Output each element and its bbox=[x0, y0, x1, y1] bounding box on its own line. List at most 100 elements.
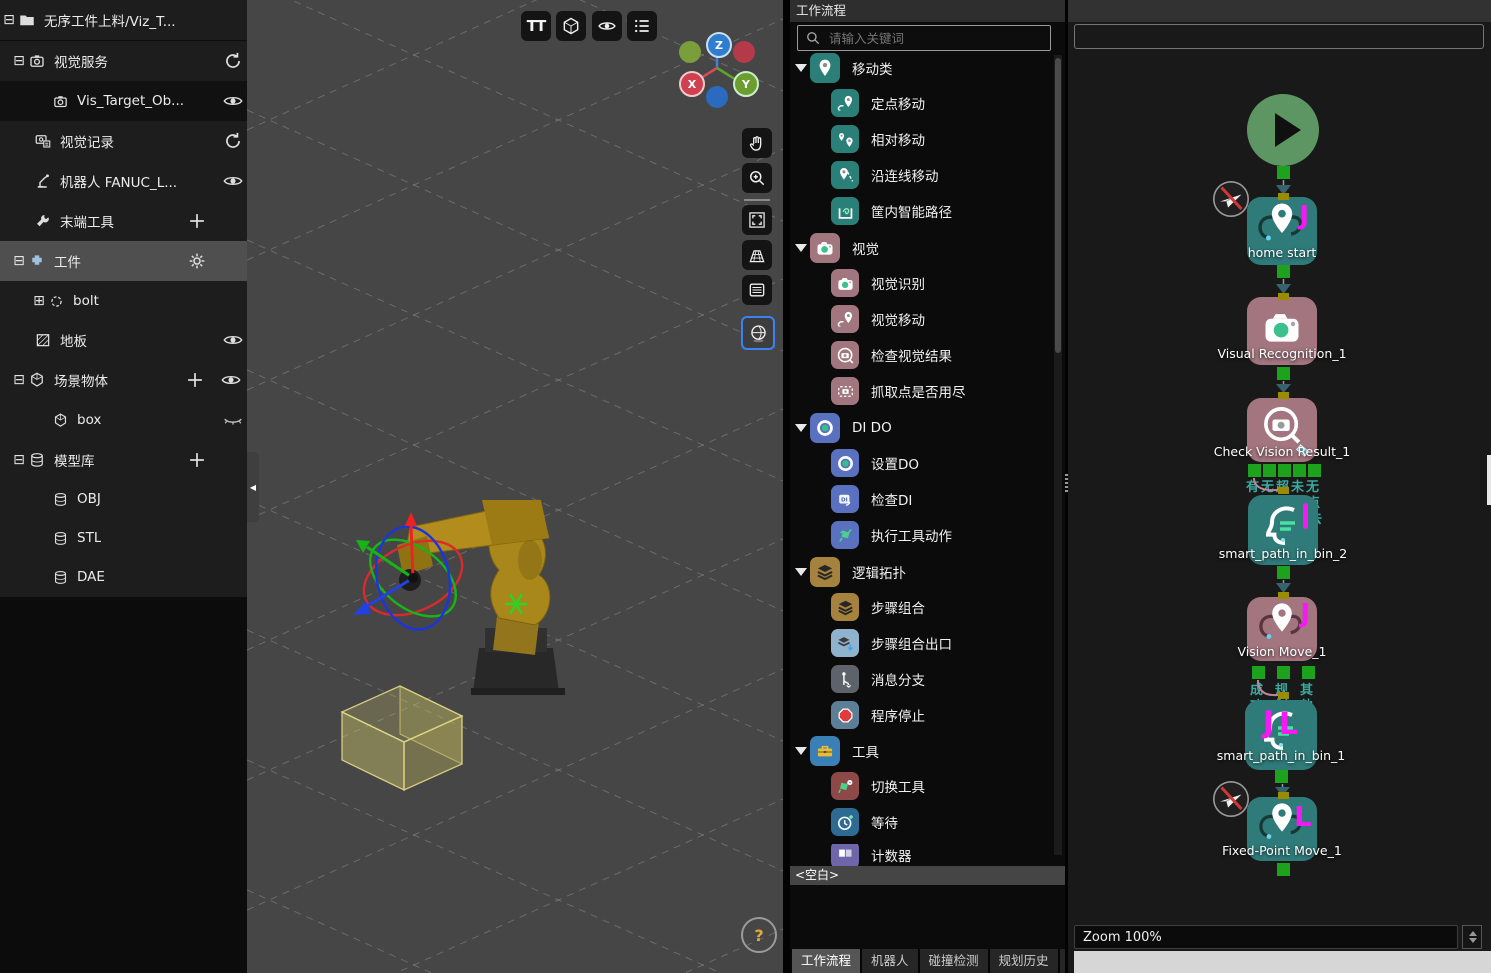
library-item-step-group[interactable]: 步骤组合 bbox=[831, 593, 925, 621]
library-group-logic[interactable]: 逻辑拓扑 bbox=[810, 557, 906, 587]
group-collapse-arrow-icon[interactable] bbox=[795, 568, 807, 576]
tab-collision[interactable]: 碰撞检测 bbox=[920, 949, 988, 973]
library-item-message-branch[interactable]: 消息分支 bbox=[831, 665, 925, 693]
grid-view-button[interactable] bbox=[742, 240, 772, 270]
3d-viewport[interactable]: TT Z X Y bbox=[247, 0, 783, 973]
axis-y-ball[interactable]: Y bbox=[733, 71, 759, 97]
axis-x-ball[interactable]: X bbox=[679, 71, 705, 97]
canvas-scrollbar-thumb[interactable] bbox=[1487, 455, 1491, 505]
library-item-smart-bin-path[interactable]: 筐内智能路径 bbox=[831, 197, 952, 225]
refresh-icon[interactable] bbox=[222, 50, 244, 72]
library-item-wait[interactable]: 等待 bbox=[831, 808, 898, 836]
tree-row-vision-service[interactable]: ⊟ 视觉服务 bbox=[0, 41, 247, 81]
tree-row-floor[interactable]: 地板 bbox=[0, 320, 247, 360]
visibility-button[interactable] bbox=[592, 11, 622, 41]
tree-row-workpiece[interactable]: ⊟ 工件 bbox=[0, 241, 247, 281]
group-collapse-arrow-icon[interactable] bbox=[795, 424, 807, 432]
sidebar-collapse-handle[interactable]: ◀ bbox=[247, 452, 259, 522]
library-group-move[interactable]: 移动类 bbox=[810, 53, 893, 83]
tree-row-vision-record[interactable]: 视觉记录 bbox=[0, 121, 247, 161]
library-item-vision-recognition[interactable]: 视觉识别 bbox=[831, 269, 925, 297]
axis-z-ball[interactable]: Z bbox=[706, 32, 732, 58]
pan-tool-button[interactable] bbox=[742, 128, 772, 158]
fit-view-button[interactable] bbox=[742, 205, 772, 235]
expand-icon[interactable]: ⊞ bbox=[30, 293, 48, 309]
library-item-fixed-move[interactable]: 定点移动 bbox=[831, 89, 925, 117]
layers-panel-button[interactable] bbox=[742, 275, 772, 305]
collapse-icon[interactable]: ⊟ bbox=[0, 12, 18, 28]
axis-neg-y-ball[interactable] bbox=[679, 41, 701, 63]
library-item-set-do[interactable]: 设置DO bbox=[831, 449, 919, 477]
library-scrollbar-thumb[interactable] bbox=[1055, 58, 1061, 353]
collapse-icon[interactable]: ⊟ bbox=[10, 253, 28, 269]
tree-row-stl[interactable]: STL bbox=[0, 518, 247, 558]
tab-robot[interactable]: 机器人 bbox=[862, 949, 918, 973]
tree-row-project[interactable]: ⊟ 无序工件上料/Viz_T... bbox=[0, 0, 247, 40]
wireframe-button[interactable] bbox=[556, 11, 586, 41]
library-item-vision-move[interactable]: 视觉移动 bbox=[831, 305, 925, 333]
library-item-counter[interactable]: 计数器 bbox=[831, 844, 912, 866]
group-collapse-arrow-icon[interactable] bbox=[795, 244, 807, 252]
collapse-icon[interactable]: ⊟ bbox=[10, 53, 28, 69]
tab-workflow[interactable]: 工作流程 bbox=[792, 949, 860, 973]
library-item-check-vision-result[interactable]: 检查视觉结果 bbox=[831, 341, 952, 369]
library-item-check-di[interactable]: DI 检查DI bbox=[831, 485, 912, 513]
library-item-line-move[interactable]: 沿连线移动 bbox=[831, 161, 939, 189]
library-item-run-tool-action[interactable]: 执行工具动作 bbox=[831, 521, 952, 549]
workflow-canvas[interactable]: 有 无 超 未 无 点 去 成 功 规 划 失 败 其 他 失 败 J home… bbox=[1068, 0, 1491, 973]
tree-row-box[interactable]: box bbox=[0, 400, 247, 440]
collapse-icon[interactable]: ⊟ bbox=[10, 452, 28, 468]
run-workflow-button[interactable] bbox=[1247, 94, 1319, 166]
globe-view-button[interactable] bbox=[741, 316, 775, 350]
tree-row-scene-objects[interactable]: ⊟ 场景物体 bbox=[0, 360, 247, 400]
library-group-tools[interactable]: 工具 bbox=[810, 736, 879, 766]
zoom-level-field[interactable]: Zoom 100% bbox=[1074, 925, 1458, 949]
library-group-vision[interactable]: 视觉 bbox=[810, 233, 879, 263]
item-label: 相对移动 bbox=[871, 129, 925, 149]
plus-icon[interactable] bbox=[186, 210, 208, 232]
spinner-down-icon[interactable] bbox=[1469, 938, 1477, 943]
eye-dim-icon[interactable] bbox=[222, 409, 244, 431]
gear-icon[interactable] bbox=[186, 250, 208, 272]
tree-row-vis-target[interactable]: Vis_Target_Ob... bbox=[0, 81, 247, 121]
group-collapse-arrow-icon[interactable] bbox=[795, 64, 807, 72]
library-item-program-stop[interactable]: 程序停止 bbox=[831, 701, 925, 729]
collapse-icon[interactable]: ⊟ bbox=[10, 372, 28, 388]
library-group-dido[interactable]: DI DO bbox=[810, 413, 892, 443]
library-item-relative-move[interactable]: 相对移动 bbox=[831, 125, 925, 153]
zoom-tool-button[interactable] bbox=[742, 163, 772, 193]
refresh-icon[interactable] bbox=[222, 130, 244, 152]
eye-icon[interactable] bbox=[220, 369, 242, 391]
tree-row-obj[interactable]: OBJ bbox=[0, 479, 247, 519]
tree-row-label: STL bbox=[77, 530, 101, 546]
library-item-switch-tool[interactable]: 切换工具 bbox=[831, 772, 925, 800]
help-button[interactable]: ? bbox=[741, 917, 777, 953]
tree-row-dae[interactable]: DAE bbox=[0, 557, 247, 597]
eye-icon[interactable] bbox=[222, 90, 244, 112]
group-collapse-arrow-icon[interactable] bbox=[795, 747, 807, 755]
empty-selection-bar: <空白> bbox=[790, 866, 1065, 885]
eye-icon[interactable] bbox=[222, 329, 244, 351]
eye-icon[interactable] bbox=[222, 170, 244, 192]
zoom-spinner[interactable] bbox=[1462, 925, 1482, 949]
search-box[interactable] bbox=[797, 25, 1051, 51]
spinner-up-icon[interactable] bbox=[1469, 931, 1477, 936]
list-button[interactable] bbox=[627, 11, 657, 41]
library-item-step-group-exit[interactable]: 步骤组合出口 bbox=[831, 629, 952, 657]
perspective-grid-icon bbox=[747, 245, 767, 265]
tree-row-bolt[interactable]: ⊞ bolt bbox=[0, 281, 247, 321]
item-label: 消息分支 bbox=[871, 669, 925, 689]
axis-neg-z-ball[interactable] bbox=[706, 86, 728, 108]
tab-plan-history[interactable]: 规划历史 bbox=[990, 949, 1058, 973]
library-item-grasp-points-exhausted[interactable]: 抓取点是否用尽 bbox=[831, 377, 966, 405]
tree-row-model-library[interactable]: ⊟ 模型库 bbox=[0, 440, 247, 480]
tree-row-robot[interactable]: 机器人 FANUC_L... bbox=[0, 161, 247, 201]
canvas-toolbar-field[interactable] bbox=[1074, 24, 1484, 49]
panel-divider[interactable] bbox=[783, 0, 790, 973]
axis-neg-x-ball[interactable] bbox=[733, 41, 755, 63]
plus-icon[interactable] bbox=[184, 369, 206, 391]
text-annotation-button[interactable]: TT bbox=[521, 11, 551, 41]
tree-row-end-tool[interactable]: 末端工具 bbox=[0, 201, 247, 241]
search-input[interactable] bbox=[827, 30, 1031, 47]
plus-icon[interactable] bbox=[186, 449, 208, 471]
